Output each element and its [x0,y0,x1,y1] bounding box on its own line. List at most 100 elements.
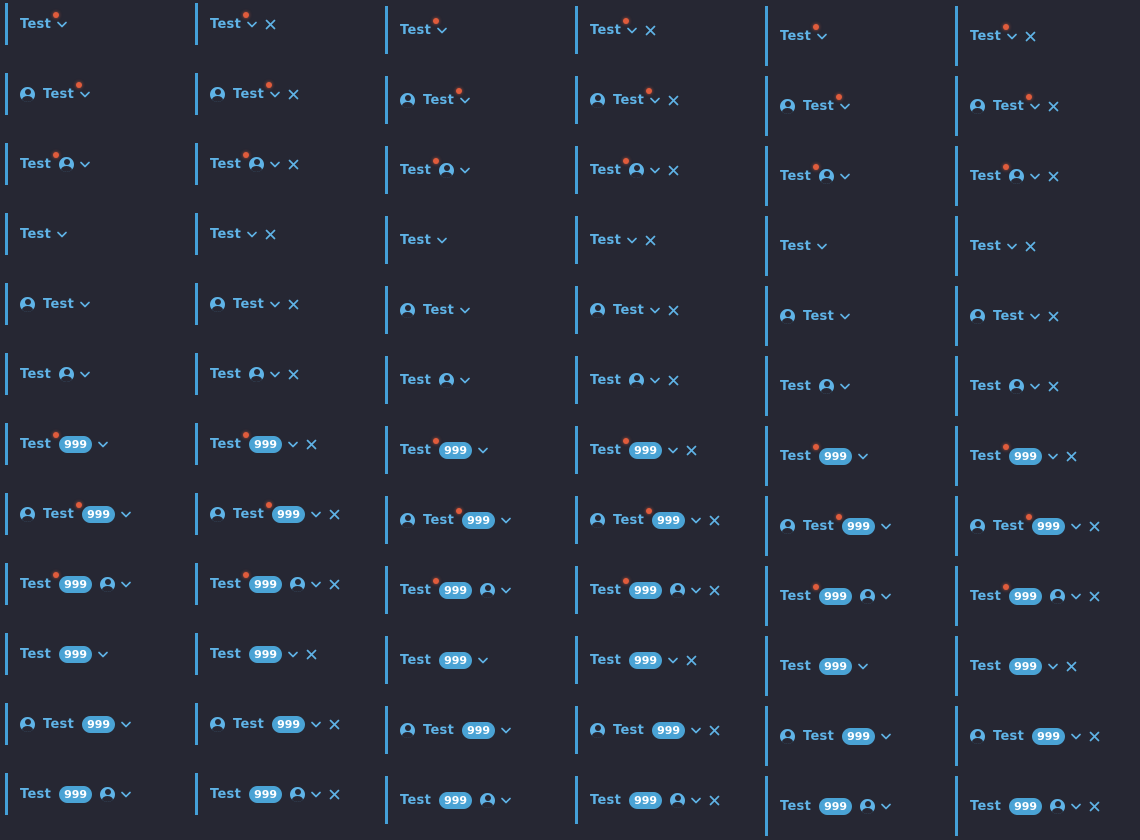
close-icon[interactable] [265,19,276,30]
tab[interactable]: Test 999 [765,636,935,696]
tab[interactable]: Test 999 [195,773,365,815]
tab[interactable]: Test [955,286,1125,346]
tab[interactable]: Test [195,143,365,185]
tab[interactable]: Test [5,3,175,45]
chevron-down-icon[interactable] [650,377,660,384]
chevron-down-icon[interactable] [80,161,90,168]
tab[interactable]: Test 999 [5,423,175,465]
close-icon[interactable] [668,305,679,316]
tab[interactable]: Test [765,6,935,66]
chevron-down-icon[interactable] [80,91,90,98]
chevron-down-icon[interactable] [460,97,470,104]
chevron-down-icon[interactable] [1030,173,1040,180]
chevron-down-icon[interactable] [1071,733,1081,740]
chevron-down-icon[interactable] [627,27,637,34]
chevron-down-icon[interactable] [1048,453,1058,460]
chevron-down-icon[interactable] [840,313,850,320]
chevron-down-icon[interactable] [460,307,470,314]
chevron-down-icon[interactable] [121,581,131,588]
chevron-down-icon[interactable] [121,791,131,798]
close-icon[interactable] [668,375,679,386]
chevron-down-icon[interactable] [1030,383,1040,390]
tab[interactable]: Test [765,356,935,416]
tab[interactable]: Test [5,283,175,325]
close-icon[interactable] [1048,311,1059,322]
close-icon[interactable] [668,165,679,176]
tab[interactable]: Test [5,73,175,115]
tab[interactable]: Test 999 [765,566,935,626]
tab[interactable]: Test [575,146,745,194]
chevron-down-icon[interactable] [57,231,67,238]
tab[interactable]: Test [765,216,935,276]
tab[interactable]: Test 999 [575,496,745,544]
close-icon[interactable] [265,229,276,240]
close-icon[interactable] [686,445,697,456]
tab[interactable]: Test 999 [5,633,175,675]
tab[interactable]: Test 999 [195,423,365,465]
tab[interactable]: Test 999 [195,493,365,535]
close-icon[interactable] [668,95,679,106]
chevron-down-icon[interactable] [57,21,67,28]
chevron-down-icon[interactable] [311,721,321,728]
close-icon[interactable] [1089,521,1100,532]
tab[interactable]: Test [5,213,175,255]
close-icon[interactable] [1048,171,1059,182]
tab[interactable]: Test 999 [385,426,555,474]
tab[interactable]: Test [385,6,555,54]
chevron-down-icon[interactable] [817,243,827,250]
tab[interactable]: Test 999 [575,776,745,824]
tab[interactable]: Test 999 [955,566,1125,626]
close-icon[interactable] [1089,591,1100,602]
tab[interactable]: Test 999 [955,706,1125,766]
chevron-down-icon[interactable] [650,307,660,314]
close-icon[interactable] [1089,731,1100,742]
chevron-down-icon[interactable] [478,447,488,454]
close-icon[interactable] [329,719,340,730]
tab[interactable]: Test [765,76,935,136]
tab[interactable]: Test 999 [575,566,745,614]
tab[interactable]: Test [955,356,1125,416]
tab[interactable]: Test 999 [385,566,555,614]
chevron-down-icon[interactable] [121,511,131,518]
close-icon[interactable] [1025,241,1036,252]
tab[interactable]: Test [195,353,365,395]
close-icon[interactable] [306,649,317,660]
chevron-down-icon[interactable] [501,517,511,524]
tab[interactable]: Test 999 [765,776,935,836]
close-icon[interactable] [288,159,299,170]
chevron-down-icon[interactable] [691,727,701,734]
chevron-down-icon[interactable] [691,587,701,594]
tab[interactable]: Test 999 [765,706,935,766]
chevron-down-icon[interactable] [247,231,257,238]
close-icon[interactable] [686,655,697,666]
tab[interactable]: Test 999 [195,703,365,745]
tab[interactable]: Test 999 [5,493,175,535]
tab[interactable]: Test [765,286,935,346]
chevron-down-icon[interactable] [1030,313,1040,320]
chevron-down-icon[interactable] [691,517,701,524]
close-icon[interactable] [329,579,340,590]
tab[interactable]: Test 999 [385,776,555,824]
chevron-down-icon[interactable] [80,301,90,308]
tab[interactable]: Test [575,356,745,404]
tab[interactable]: Test 999 [575,426,745,474]
tab[interactable]: Test 999 [955,496,1125,556]
tab[interactable]: Test [195,73,365,115]
chevron-down-icon[interactable] [881,593,891,600]
tab[interactable]: Test [195,3,365,45]
chevron-down-icon[interactable] [691,797,701,804]
chevron-down-icon[interactable] [650,167,660,174]
tab[interactable]: Test 999 [5,703,175,745]
tab[interactable]: Test 999 [575,636,745,684]
tab[interactable]: Test [955,6,1125,66]
chevron-down-icon[interactable] [501,727,511,734]
tab[interactable]: Test 999 [5,563,175,605]
chevron-down-icon[interactable] [437,237,447,244]
chevron-down-icon[interactable] [501,797,511,804]
close-icon[interactable] [288,89,299,100]
chevron-down-icon[interactable] [270,371,280,378]
tab[interactable]: Test 999 [955,636,1125,696]
close-icon[interactable] [709,585,720,596]
tab[interactable]: Test [385,286,555,334]
tab[interactable]: Test [765,146,935,206]
